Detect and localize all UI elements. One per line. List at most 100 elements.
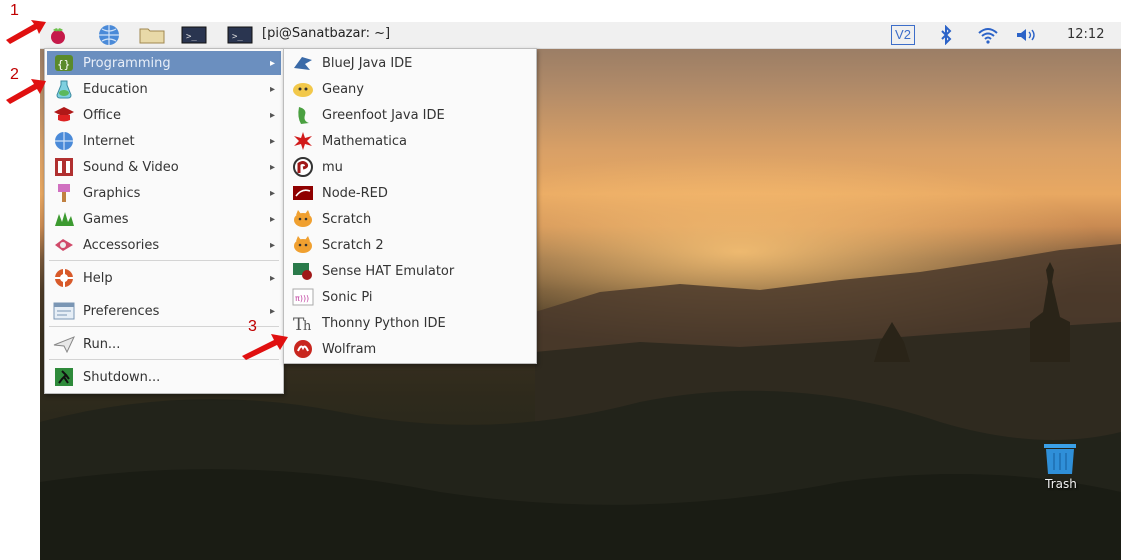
chevron-right-icon: ▸ <box>269 187 275 199</box>
file-manager-button[interactable] <box>136 24 168 46</box>
raspberry-menu-button[interactable] <box>46 24 70 46</box>
submenu-item-scratch[interactable]: Scratch <box>286 207 534 231</box>
vnc-icon: V2 <box>891 25 915 45</box>
bluetooth-tray-button[interactable] <box>936 24 956 46</box>
run-icon <box>53 334 75 354</box>
menu-item-office[interactable]: Office ▸ <box>47 103 281 127</box>
menu-item-games[interactable]: Games ▸ <box>47 207 281 231</box>
chevron-right-icon: ▸ <box>269 239 275 251</box>
menu-item-graphics[interactable]: Graphics ▸ <box>47 181 281 205</box>
submenu-item-greenfoot[interactable]: Greenfoot Java IDE <box>286 103 534 127</box>
help-icon <box>53 268 75 288</box>
submenu-item-mu[interactable]: mu <box>286 155 534 179</box>
menu-item-preferences[interactable]: Preferences ▸ <box>47 299 281 323</box>
terminal-icon: >_ <box>227 26 253 44</box>
games-icon <box>53 209 75 229</box>
submenu-item-label: Sonic Pi <box>322 289 373 305</box>
chevron-right-icon: ▸ <box>269 213 275 225</box>
internet-icon <box>53 131 75 151</box>
menu-item-label: Accessories <box>83 237 160 253</box>
submenu-item-label: Thonny Python IDE <box>322 315 446 331</box>
wifi-tray-button[interactable] <box>976 24 1000 46</box>
chevron-right-icon: ▸ <box>269 305 275 317</box>
svg-text:>_: >_ <box>186 32 197 42</box>
menu-item-help[interactable]: Help ▸ <box>47 266 281 290</box>
education-icon <box>53 79 75 99</box>
bluej-icon <box>292 53 314 73</box>
greenfoot-icon <box>292 105 314 125</box>
volume-tray-button[interactable] <box>1014 24 1042 46</box>
globe-icon <box>99 25 119 45</box>
chevron-right-icon: ▸ <box>269 135 275 147</box>
submenu-item-sonic-pi[interactable]: π))) Sonic Pi <box>286 285 534 309</box>
submenu-item-label: Wolfram <box>322 341 377 357</box>
mu-icon <box>292 157 314 177</box>
submenu-item-node-red[interactable]: Node-RED <box>286 181 534 205</box>
submenu-item-label: Mathematica <box>322 133 407 149</box>
sound-video-icon <box>53 157 75 177</box>
submenu-item-label: Sense HAT Emulator <box>322 263 455 279</box>
programming-icon: {} <box>53 53 75 73</box>
menu-item-label: Office <box>83 107 121 123</box>
terminal-window-button[interactable]: >_ <box>226 24 254 46</box>
clock[interactable]: 12:12 <box>1067 27 1104 42</box>
bluetooth-icon <box>941 25 952 45</box>
menu-item-label: Graphics <box>83 185 141 201</box>
terminal-icon: >_ <box>181 26 207 44</box>
submenu-item-sense-hat[interactable]: Sense HAT Emulator <box>286 259 534 283</box>
submenu-item-geany[interactable]: Geany <box>286 77 534 101</box>
menu-item-internet[interactable]: Internet ▸ <box>47 129 281 153</box>
preferences-icon <box>53 301 75 321</box>
menu-item-programming[interactable]: {} Programming ▸ <box>47 51 281 75</box>
svg-text:>_: >_ <box>232 32 243 42</box>
annotation-arrow-1 <box>6 20 46 44</box>
trash-desktop-icon[interactable] <box>1040 440 1080 478</box>
svg-text:π))): π))) <box>295 294 309 303</box>
folder-icon <box>139 28 165 44</box>
menu-separator <box>49 326 279 327</box>
terminal-launcher-button[interactable]: >_ <box>180 24 208 46</box>
geany-icon <box>292 79 314 99</box>
submenu-item-wolfram[interactable]: Wolfram <box>286 337 534 361</box>
menu-separator <box>49 260 279 261</box>
menu-item-sound-video[interactable]: Sound & Video ▸ <box>47 155 281 179</box>
chevron-right-icon: ▸ <box>269 83 275 95</box>
menu-item-label: Preferences <box>83 303 160 319</box>
submenu-item-scratch-2[interactable]: Scratch 2 <box>286 233 534 257</box>
svg-text:h: h <box>303 319 312 333</box>
submenu-item-label: BlueJ Java IDE <box>322 55 413 71</box>
menu-item-label: Internet <box>83 133 135 149</box>
wolfram-icon <box>292 339 314 359</box>
accessories-icon <box>53 235 75 255</box>
thonny-icon: Th <box>292 313 314 333</box>
vnc-tray-button[interactable]: V2 <box>888 24 918 46</box>
chevron-right-icon: ▸ <box>269 272 275 284</box>
submenu-item-bluej[interactable]: BlueJ Java IDE <box>286 51 534 75</box>
menu-item-label: Run... <box>83 336 121 352</box>
sense-hat-icon <box>292 261 314 281</box>
menu-item-education[interactable]: Education ▸ <box>47 77 281 101</box>
menu-item-label: Help <box>83 270 113 286</box>
wifi-icon <box>978 28 998 44</box>
trash-label: Trash <box>1045 477 1077 491</box>
menu-item-label: Sound & Video <box>83 159 179 175</box>
web-browser-button[interactable] <box>96 24 122 46</box>
office-icon <box>53 105 75 125</box>
annotation-arrow-3 <box>242 334 288 360</box>
terminal-window-title[interactable]: [pi@Sanatbazar: ~] <box>262 26 390 41</box>
node-red-icon <box>292 183 314 203</box>
programming-submenu: BlueJ Java IDE Geany Greenfoot Java IDE … <box>283 48 537 364</box>
chevron-right-icon: ▸ <box>269 57 275 69</box>
menu-item-shutdown[interactable]: Shutdown... <box>47 365 281 389</box>
chevron-right-icon: ▸ <box>269 161 275 173</box>
svg-text:{}: {} <box>57 58 70 71</box>
submenu-item-mathematica[interactable]: Mathematica <box>286 129 534 153</box>
graphics-icon <box>53 183 75 203</box>
menu-item-label: Shutdown... <box>83 369 161 385</box>
submenu-item-thonny[interactable]: Th Thonny Python IDE <box>286 311 534 335</box>
submenu-item-label: Node-RED <box>322 185 388 201</box>
raspberry-icon <box>51 28 65 44</box>
shutdown-icon <box>53 367 75 387</box>
sonic-pi-icon: π))) <box>292 287 314 307</box>
menu-item-accessories[interactable]: Accessories ▸ <box>47 233 281 257</box>
